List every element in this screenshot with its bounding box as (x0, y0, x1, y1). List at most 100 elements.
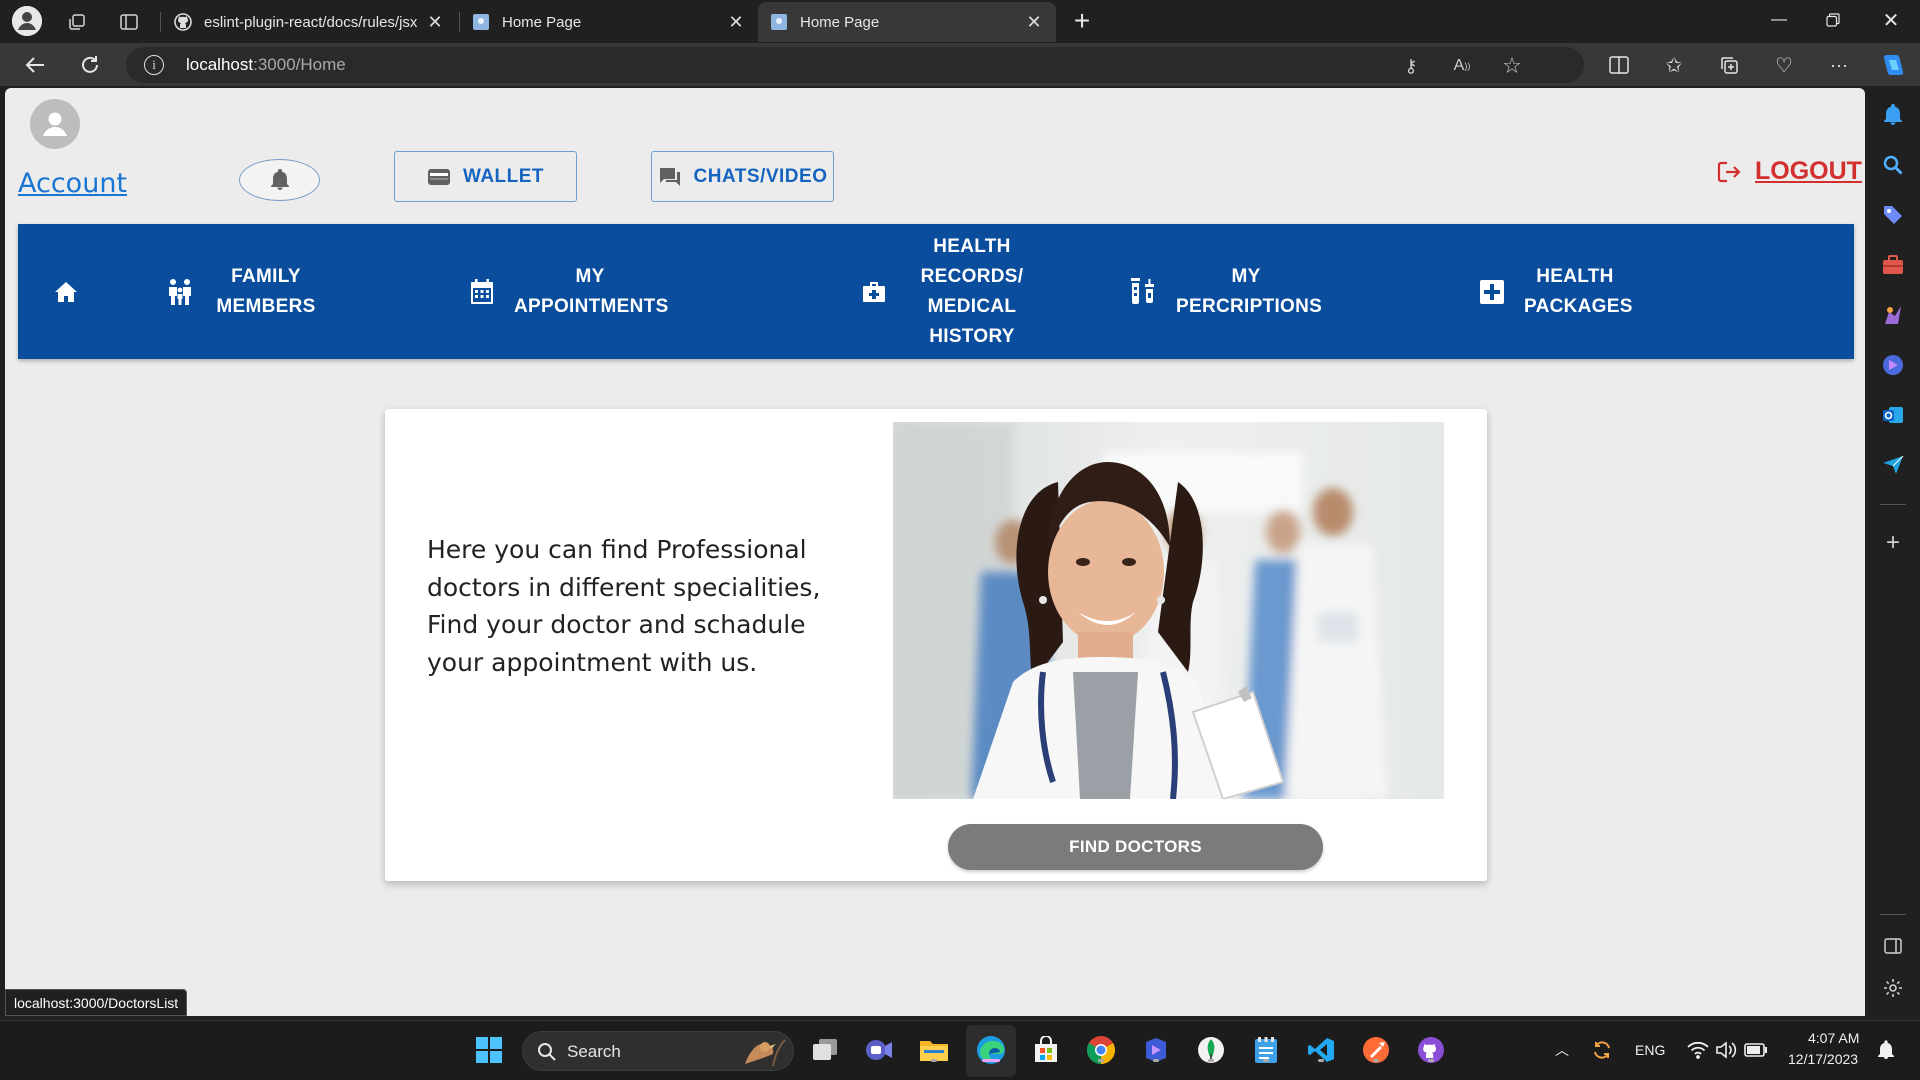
close-tab-icon[interactable]: ✕ (1024, 12, 1044, 33)
notepad-icon[interactable] (1250, 1034, 1282, 1066)
nav-label-line: MY (575, 265, 605, 287)
edge-browser-icon[interactable] (975, 1034, 1007, 1066)
tab-home-page-1[interactable]: Home Page ✕ (460, 2, 758, 42)
account-link[interactable]: Account (18, 168, 127, 199)
url-text: localhost:3000/Home (186, 55, 346, 74)
windows-taskbar: Search ︿ ENG 4:07 AM 12/17/2023 (0, 1020, 1920, 1080)
logout-button[interactable]: LOGOUT (1717, 157, 1862, 186)
family-icon (169, 278, 191, 305)
github-desktop-icon[interactable] (1415, 1034, 1447, 1066)
taskbar-search[interactable]: Search (522, 1031, 794, 1071)
nav-label-line: MY (1231, 265, 1261, 287)
nav-label-line: RECORDS/ (920, 265, 1024, 287)
find-doctors-card: Here you can find Professional doctors i… (385, 409, 1487, 881)
page-icon (472, 13, 490, 31)
nav-my-percriptions[interactable]: MY PERCRIPTIONS (1130, 224, 1323, 359)
chats-video-button[interactable]: CHATS/VIDEO (651, 151, 834, 202)
browser-essentials-icon[interactable]: ♡ (1770, 51, 1798, 79)
settings-gear-icon[interactable] (1881, 976, 1905, 1000)
add-icon[interactable]: + (1881, 529, 1905, 556)
language-indicator[interactable]: ENG (1635, 1042, 1665, 1058)
find-doctors-button[interactable]: FIND DOCTORS (948, 824, 1323, 870)
back-arrow-icon[interactable] (20, 50, 50, 80)
file-explorer-icon[interactable] (918, 1034, 950, 1066)
bell-icon (270, 169, 289, 190)
tab-home-page-active[interactable]: Home Page ✕ (758, 2, 1056, 42)
site-info-icon[interactable]: i (144, 55, 164, 75)
notification-center-icon[interactable] (1870, 1034, 1902, 1066)
nav-my-appointments[interactable]: MY APPOINTMENTS (470, 224, 668, 359)
tools-icon[interactable] (1881, 253, 1905, 277)
browser-titlebar: eslint-plugin-react/docs/rules/jsx ✕ Hom… (0, 0, 1920, 43)
favorite-star-icon[interactable]: ☆ (1500, 53, 1524, 78)
notifications-button[interactable] (239, 159, 320, 201)
close-tab-icon[interactable]: ✕ (425, 12, 445, 33)
chrome-icon[interactable] (1085, 1034, 1117, 1066)
collections-icon[interactable] (1715, 51, 1743, 79)
teams-meet-icon[interactable] (863, 1034, 895, 1066)
github-icon (174, 13, 192, 31)
copilot-icon[interactable] (1878, 51, 1906, 79)
minimize-button[interactable]: — (1752, 0, 1806, 40)
nav-home[interactable] (54, 224, 78, 359)
calendar-icon (471, 278, 493, 304)
vscode-icon[interactable] (1305, 1034, 1337, 1066)
split-screen-icon[interactable] (1605, 51, 1633, 79)
reload-icon[interactable] (75, 50, 105, 80)
close-window-button[interactable]: ✕ (1864, 0, 1918, 40)
clock-date[interactable]: 12/17/2023 (1788, 1051, 1858, 1067)
wallet-icon (427, 168, 450, 185)
postman-icon[interactable] (1360, 1034, 1392, 1066)
nav-label-line: PERCRIPTIONS (1176, 295, 1323, 317)
mongodb-compass-icon[interactable] (1195, 1034, 1227, 1066)
tab-title: eslint-plugin-react/docs/rules/jsx (204, 13, 418, 31)
send-icon[interactable] (1881, 453, 1905, 477)
account-avatar-icon[interactable] (30, 99, 80, 149)
task-view-icon[interactable] (809, 1034, 841, 1066)
outlook-icon[interactable] (1881, 403, 1905, 427)
chat-icon (659, 167, 680, 186)
nav-label-line: MEMBERS (216, 295, 316, 317)
copilot-app-icon[interactable] (1881, 353, 1905, 377)
tab-title: Home Page (800, 13, 880, 31)
copilot-taskbar-icon[interactable] (1140, 1034, 1172, 1066)
search-icon[interactable] (1881, 153, 1905, 177)
card-description: Here you can find Professional doctors i… (427, 535, 821, 677)
tray-overflow-chevron-icon[interactable]: ︿ (1546, 1034, 1578, 1066)
workspaces-icon[interactable] (63, 8, 91, 36)
nav-family-members[interactable]: FAMILY MEMBERS (166, 224, 321, 359)
home-icon (55, 281, 77, 302)
tab-actions-icon[interactable] (115, 8, 143, 36)
nav-health-records[interactable]: HEALTH RECORDS/ MEDICAL HISTORY (862, 224, 1032, 359)
vaccine-icon (1131, 277, 1154, 304)
new-tab-button[interactable]: + (1066, 6, 1098, 38)
nav-label-line: HISTORY (929, 325, 1015, 347)
microsoft-store-icon[interactable] (1030, 1034, 1062, 1066)
nav-health-packages[interactable]: HEALTH PACKAGES (1480, 224, 1632, 359)
nav-label-line: HEALTH (1536, 265, 1614, 287)
battery-icon[interactable] (1740, 1034, 1772, 1066)
status-bar-url: localhost:3000/DoctorsList (5, 989, 188, 1016)
shopping-tag-icon[interactable] (1881, 203, 1905, 227)
search-highlight-bird-icon (745, 1039, 786, 1067)
read-aloud-icon[interactable]: A)) (1450, 54, 1474, 78)
games-icon[interactable] (1881, 303, 1905, 327)
nav-label-line: FAMILY (231, 265, 301, 287)
restore-button[interactable] (1806, 0, 1860, 40)
more-menu-icon[interactable]: ··· (1825, 51, 1853, 79)
profile-avatar-icon[interactable] (12, 6, 42, 36)
close-tab-icon[interactable]: ✕ (726, 12, 746, 33)
wallet-button[interactable]: WALLET (394, 151, 577, 202)
clock-time[interactable]: 4:07 AM (1808, 1030, 1859, 1046)
page-icon (770, 13, 788, 31)
sidebar-toggle-icon[interactable] (1881, 934, 1905, 958)
volume-icon[interactable] (1710, 1034, 1742, 1066)
windows-start-icon[interactable] (473, 1034, 505, 1066)
key-icon[interactable]: ⚷ (1399, 54, 1423, 78)
url-field[interactable]: i localhost:3000/Home ⚷ A)) ☆ (126, 47, 1584, 83)
doctors-photo (893, 422, 1444, 799)
tab-eslint[interactable]: eslint-plugin-react/docs/rules/jsx ✕ (162, 2, 457, 42)
sync-icon[interactable] (1586, 1034, 1618, 1066)
notification-bell-icon[interactable] (1881, 103, 1905, 127)
favorites-icon[interactable]: ✩ (1660, 51, 1688, 79)
